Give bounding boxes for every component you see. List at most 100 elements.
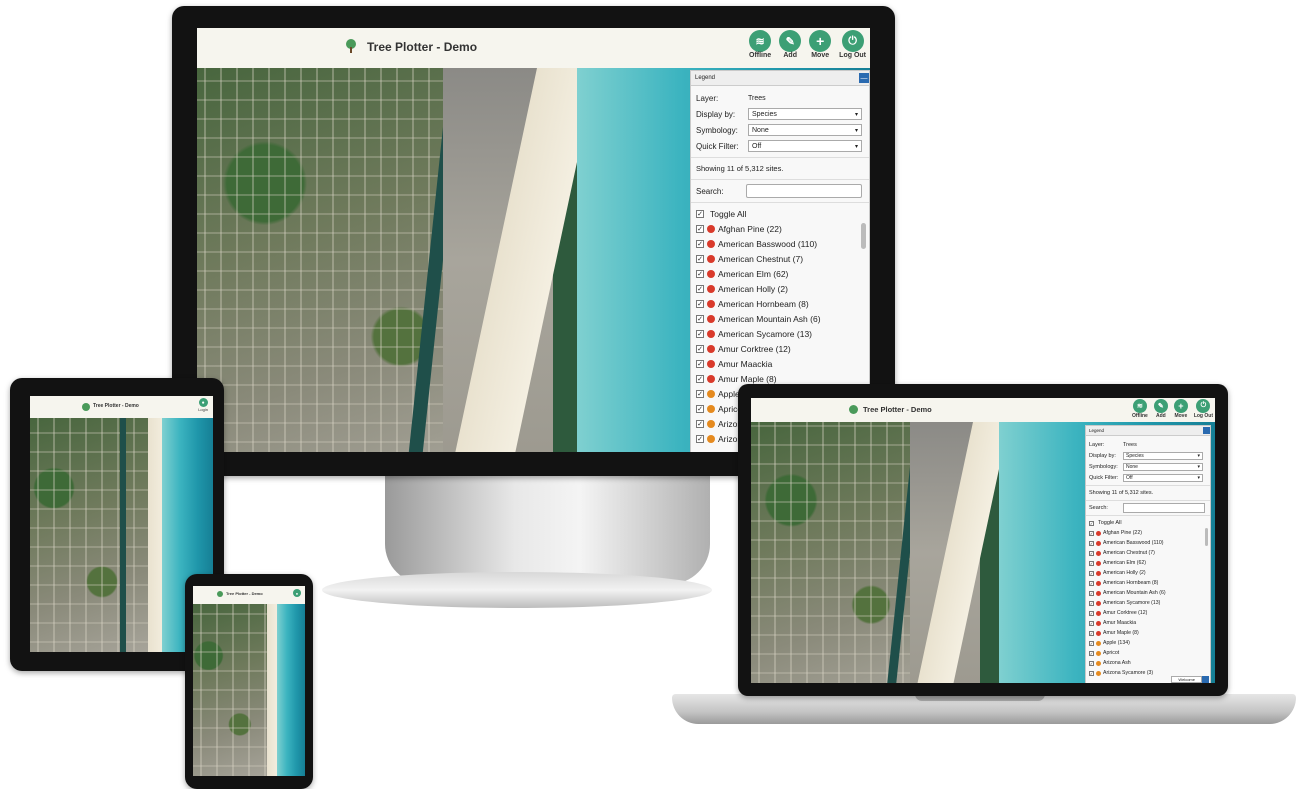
power-icon: ⏻ <box>1196 399 1211 413</box>
species-item[interactable]: ✓ American Holly (2) <box>1089 568 1207 578</box>
species-checkbox[interactable]: ✓ <box>1089 630 1094 636</box>
species-item[interactable]: ✓ American Chestnut (7) <box>696 251 864 266</box>
toggle-all[interactable]: ✓ Toggle All <box>696 206 864 221</box>
log-out-label: Log Out <box>1193 413 1213 419</box>
toggle-all-label: Toggle All <box>1098 520 1122 526</box>
toggle-all-checkbox[interactable]: ✓ <box>1089 520 1094 526</box>
species-label: American Sycamore (13) <box>1103 600 1161 606</box>
move-label: Move <box>811 52 830 59</box>
wifi-icon: ≋ <box>749 30 772 52</box>
species-checkbox[interactable]: ✓ <box>696 359 704 368</box>
move-button[interactable]: + Move <box>809 30 832 59</box>
species-item[interactable]: ✓ American Basswood (110) <box>1089 538 1207 548</box>
welcome-button[interactable] <box>1202 675 1209 683</box>
species-item[interactable]: ✓ American Hornbeam (8) <box>1089 578 1207 588</box>
symbology-select[interactable]: None ▾ <box>748 124 862 136</box>
log-out-button[interactable]: ⏻ Log Out <box>1194 399 1213 419</box>
species-checkbox[interactable]: ✓ <box>1089 550 1094 556</box>
species-item[interactable]: ✓ American Elm (62) <box>696 266 864 281</box>
offline-button[interactable]: ≋ Offline <box>1132 399 1148 419</box>
species-checkbox[interactable]: ✓ <box>1089 650 1094 656</box>
tablet-login-button[interactable]: ● Login <box>198 398 208 412</box>
species-checkbox[interactable]: ✓ <box>696 344 704 353</box>
species-item[interactable]: ✓ Amur Corktree (12) <box>696 341 864 356</box>
toggle-all[interactable]: ✓ Toggle All <box>1089 518 1207 528</box>
phone-screen: Tree Plotter - Demo ● <box>193 586 305 776</box>
phone-login-button[interactable]: ● <box>293 589 301 597</box>
species-checkbox[interactable]: ✓ <box>696 284 704 293</box>
species-checkbox[interactable]: ✓ <box>696 329 704 338</box>
chevron-down-icon: ▾ <box>1197 463 1200 470</box>
species-checkbox[interactable]: ✓ <box>696 404 704 413</box>
offline-button[interactable]: ≋ Offline <box>749 30 771 59</box>
species-checkbox[interactable]: ✓ <box>696 224 704 233</box>
move-button[interactable]: + Move <box>1173 399 1188 419</box>
species-checkbox[interactable]: ✓ <box>696 254 704 263</box>
add-button[interactable]: ✎ Add <box>779 30 802 59</box>
species-item[interactable]: ✓ American Holly (2) <box>696 281 864 296</box>
species-checkbox[interactable]: ✓ <box>696 434 704 443</box>
species-item[interactable]: ✓ Amur Maple (8) <box>1089 628 1207 638</box>
species-checkbox[interactable]: ✓ <box>696 374 704 383</box>
species-item[interactable]: ✓ American Mountain Ash (6) <box>696 311 864 326</box>
legend-collapse-button[interactable] <box>1203 427 1210 434</box>
species-label: Amur Maple (8) <box>718 373 777 384</box>
species-checkbox[interactable]: ✓ <box>1089 580 1094 586</box>
species-checkbox[interactable]: ✓ <box>1089 610 1094 616</box>
species-checkbox[interactable]: ✓ <box>696 419 704 428</box>
symbology-label: Symbology: <box>1089 463 1118 470</box>
species-checkbox[interactable]: ✓ <box>1089 560 1094 566</box>
scrollbar[interactable] <box>1205 528 1208 546</box>
species-item[interactable]: ✓ American Sycamore (13) <box>696 326 864 341</box>
species-item[interactable]: ✓ Amur Maackia <box>696 356 864 371</box>
display-by-select[interactable]: Species ▾ <box>748 108 862 120</box>
chevron-down-icon: ▾ <box>1197 452 1200 459</box>
species-item[interactable]: ✓ American Mountain Ash (6) <box>1089 588 1207 598</box>
search-input[interactable] <box>746 184 862 198</box>
species-checkbox[interactable]: ✓ <box>1089 670 1094 676</box>
species-item[interactable]: ✓ American Hornbeam (8) <box>696 296 864 311</box>
log-out-button[interactable]: ⏻ Log Out <box>839 30 866 59</box>
species-item[interactable]: ✓ Amur Corktree (12) <box>1089 608 1207 618</box>
species-label: Apple (134) <box>1103 640 1130 646</box>
species-color-dot <box>1096 560 1101 566</box>
species-item[interactable]: ✓ Apricot <box>1089 648 1207 658</box>
species-item[interactable]: ✓ Afghan Pine (22) <box>696 221 864 236</box>
species-color-dot <box>707 419 715 428</box>
species-checkbox[interactable]: ✓ <box>1089 540 1094 546</box>
species-item[interactable]: ✓ Arizona Ash <box>1089 658 1207 668</box>
species-checkbox[interactable]: ✓ <box>696 269 704 278</box>
species-item[interactable]: ✓ Afghan Pine (22) <box>1089 528 1207 538</box>
species-checkbox[interactable]: ✓ <box>1089 530 1094 536</box>
species-item[interactable]: ✓ American Basswood (110) <box>696 236 864 251</box>
species-item[interactable]: ✓ American Chestnut (7) <box>1089 548 1207 558</box>
phone-map[interactable] <box>193 604 305 776</box>
species-checkbox[interactable]: ✓ <box>1089 620 1094 626</box>
species-checkbox[interactable]: ✓ <box>1089 640 1094 646</box>
species-checkbox[interactable]: ✓ <box>1089 660 1094 666</box>
species-item[interactable]: ✓ American Sycamore (13) <box>1089 598 1207 608</box>
species-item[interactable]: ✓ American Elm (62) <box>1089 558 1207 568</box>
species-checkbox[interactable]: ✓ <box>696 389 704 398</box>
search-input[interactable] <box>1123 503 1205 513</box>
species-checkbox[interactable]: ✓ <box>1089 570 1094 576</box>
species-item[interactable]: ✓ Amur Maackia <box>1089 618 1207 628</box>
species-checkbox[interactable]: ✓ <box>1089 600 1094 606</box>
quick-filter-select[interactable]: Off ▾ <box>748 140 862 152</box>
species-checkbox[interactable]: ✓ <box>696 239 704 248</box>
symbology-select[interactable]: None ▾ <box>1123 462 1203 471</box>
user-icon: ● <box>198 398 208 407</box>
legend-collapse-button[interactable]: — <box>859 73 869 83</box>
species-checkbox[interactable]: ✓ <box>1089 590 1094 596</box>
scrollbar[interactable] <box>861 223 866 249</box>
toggle-all-checkbox[interactable]: ✓ <box>696 209 704 218</box>
quick-filter-select[interactable]: Off ▾ <box>1123 473 1203 482</box>
display-by-select[interactable]: Species ▾ <box>1123 451 1203 460</box>
species-color-dot <box>1096 620 1101 626</box>
species-checkbox[interactable]: ✓ <box>696 314 704 323</box>
species-checkbox[interactable]: ✓ <box>696 299 704 308</box>
species-item[interactable]: ✓ Apple (134) <box>1089 638 1207 648</box>
welcome-label: Welcome <box>1171 675 1202 683</box>
species-color-dot <box>707 254 715 263</box>
add-button[interactable]: ✎ Add <box>1153 399 1168 419</box>
